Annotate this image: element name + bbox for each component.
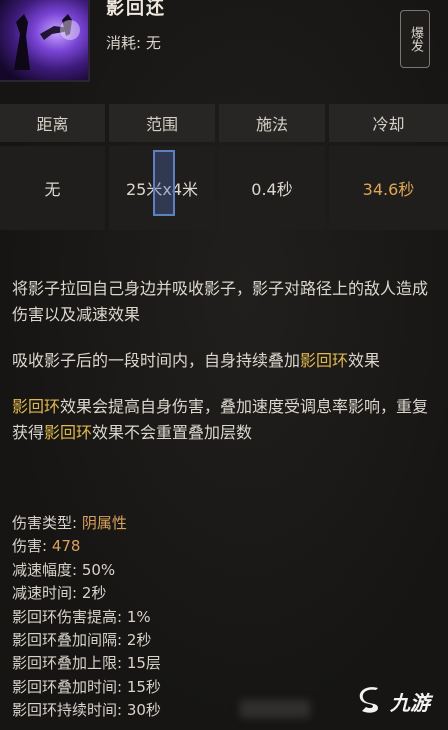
stat-value-range: 无 xyxy=(0,146,105,230)
stat-header-range: 距离 xyxy=(0,104,105,142)
keyword-highlight: 影回环 xyxy=(300,351,349,370)
skill-description: 将影子拉回自己身边并吸收影子，影子对路径上的敌人造成伤害以及减速效果 吸收影子后… xyxy=(12,276,438,466)
attribute-row: 伤害: 478 xyxy=(12,537,81,556)
skill-cost: 消耗: 无 xyxy=(106,34,161,52)
description-paragraph-1: 将影子拉回自己身边并吸收影子，影子对路径上的敌人造成伤害以及减速效果 xyxy=(12,279,429,324)
skill-header: 影回还 消耗: 无 爆发 xyxy=(0,0,448,84)
shadow-figure-icon[interactable] xyxy=(0,0,90,82)
stat-value-cast: 0.4秒 xyxy=(219,146,325,230)
attribute-row: 影回环叠加时间: 15秒 xyxy=(12,677,161,696)
stat-value-cooldown: 34.6秒 xyxy=(329,146,448,230)
attribute-row: 影回环叠加上限: 15层 xyxy=(12,654,161,673)
skill-tag: 爆发 xyxy=(400,10,430,68)
attribute-row: 影回环持续时间: 30秒 xyxy=(12,701,161,720)
blur-smudge xyxy=(240,700,310,718)
stat-header-cooldown: 冷却 xyxy=(329,104,448,142)
attribute-row: 减速幅度: 50% xyxy=(12,560,116,579)
attribute-row: 伤害类型: 阴属性 xyxy=(12,514,127,532)
watermark: 九游 xyxy=(356,686,430,716)
description-paragraph-2: 吸收影子后的一段时间内，自身持续叠加影回环效果 xyxy=(12,351,381,370)
attribute-row: 影回环叠加间隔: 2秒 xyxy=(12,631,152,650)
stat-header-area: 范围 xyxy=(109,104,215,142)
watermark-text: 九游 xyxy=(390,690,430,715)
attribute-row: 影回环伤害提高: 1% xyxy=(12,607,151,626)
description-paragraph-3: 影回环效果会提高自身伤害，叠加速度受调息率影响，重复获得影回环效果不会重置叠加层… xyxy=(12,397,429,442)
text-cursor-highlight xyxy=(153,150,175,216)
attribute-row: 减速时间: 2秒 xyxy=(12,584,107,603)
stat-header-cast: 施法 xyxy=(219,104,325,142)
skill-name: 影回还 xyxy=(106,0,166,19)
stats-table: 距离 范围 施法 冷却 无 25米x4米 0.4秒 34.6秒 xyxy=(0,104,448,230)
attribute-list: 伤害类型: 阴属性 伤害: 478 减速幅度: 50% 减速时间: 2秒 影回环… xyxy=(12,512,161,723)
keyword-highlight: 影回环 xyxy=(44,423,93,442)
nine-game-logo-icon xyxy=(359,687,378,713)
keyword-highlight: 影回环 xyxy=(12,397,61,416)
